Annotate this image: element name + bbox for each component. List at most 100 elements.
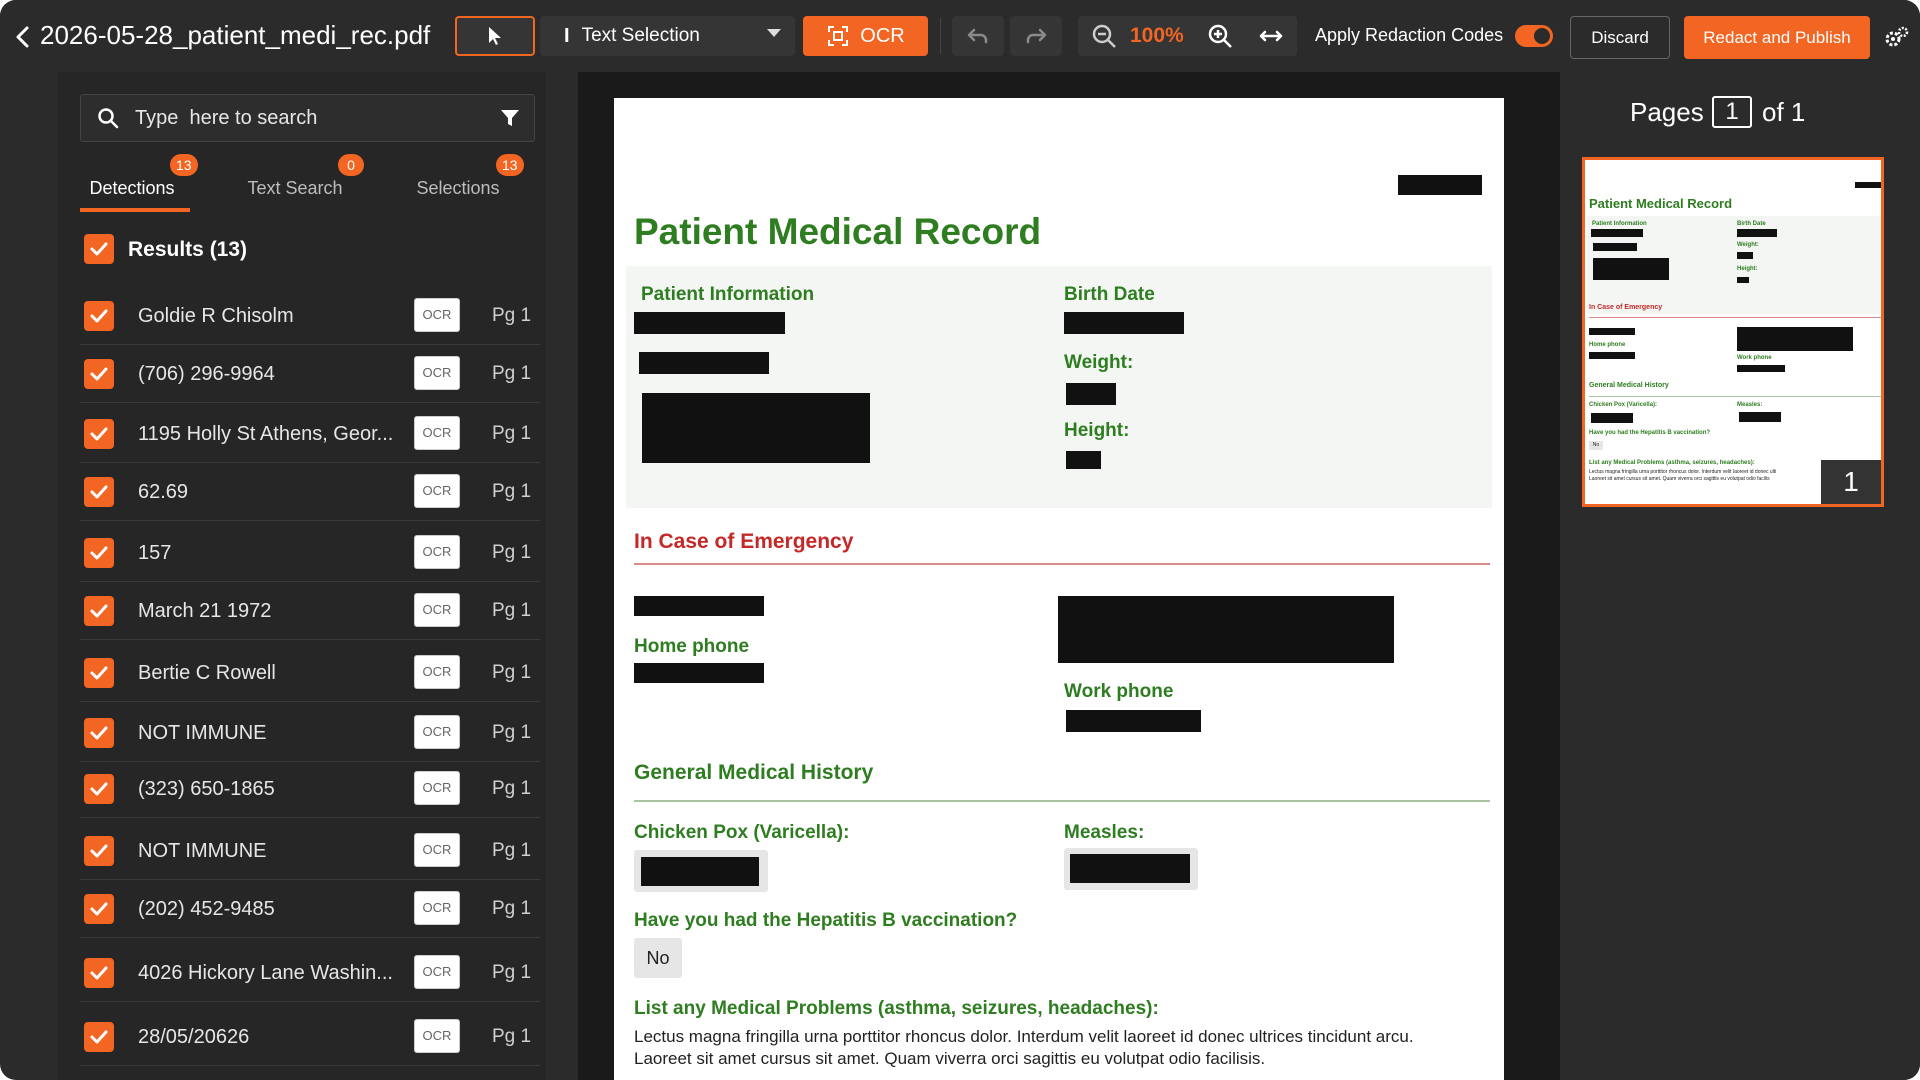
thumb-problems-line-2: Laoreet sit amet cursus sit amet. Quam v… bbox=[1589, 476, 1770, 482]
history-divider bbox=[634, 800, 1490, 802]
result-text: 1195 Holly St Athens, Geor... bbox=[138, 423, 394, 445]
back-arrow-icon[interactable] bbox=[8, 22, 38, 52]
redo-button[interactable] bbox=[1010, 16, 1062, 56]
result-checkbox[interactable] bbox=[84, 419, 114, 449]
pointer-tool-button[interactable] bbox=[455, 16, 535, 56]
redaction-box[interactable] bbox=[634, 663, 764, 683]
checkbox-checked-icon bbox=[90, 546, 108, 560]
thumb-emergency-heading: In Case of Emergency bbox=[1589, 304, 1663, 311]
result-page: Pg 1 bbox=[492, 898, 532, 919]
result-row[interactable]: March 21 1972 OCR Pg 1 bbox=[80, 582, 540, 640]
emergency-heading: In Case of Emergency bbox=[634, 530, 854, 553]
thumb-home-phone-label: Home phone bbox=[1589, 342, 1626, 348]
result-row[interactable]: NOT IMMUNE OCR Pg 1 bbox=[80, 704, 540, 762]
checkbox-checked-icon bbox=[90, 604, 108, 618]
result-checkbox[interactable] bbox=[84, 538, 114, 568]
redaction-box[interactable] bbox=[1066, 451, 1101, 469]
thumb-history-divider bbox=[1589, 396, 1881, 397]
result-row[interactable]: (202) 452-9485 OCR Pg 1 bbox=[80, 880, 540, 938]
result-row[interactable]: 157 OCR Pg 1 bbox=[80, 524, 540, 582]
pages-label: Pages bbox=[1630, 97, 1704, 127]
result-page: Pg 1 bbox=[492, 481, 532, 502]
apply-redaction-codes-label: Apply Redaction Codes bbox=[1315, 25, 1504, 45]
result-text: Bertie C Rowell bbox=[138, 662, 276, 684]
result-text: (706) 296-9964 bbox=[138, 363, 275, 385]
result-row[interactable]: 4026 Hickory Lane Washin... OCR Pg 1 bbox=[80, 944, 540, 1002]
medical-problems-text-line-1: Lectus magna fringilla urna porttitor rh… bbox=[634, 1027, 1414, 1046]
result-page: Pg 1 bbox=[492, 1026, 532, 1047]
result-text: (323) 650-1865 bbox=[138, 778, 275, 800]
discard-button[interactable]: Discard bbox=[1570, 16, 1670, 59]
result-row[interactable]: (706) 296-9964 OCR Pg 1 bbox=[80, 345, 540, 403]
result-checkbox[interactable] bbox=[84, 1022, 114, 1052]
result-checkbox[interactable] bbox=[84, 894, 114, 924]
result-text: 62.69 bbox=[138, 481, 189, 503]
zoom-in-icon[interactable] bbox=[1206, 22, 1234, 50]
result-checkbox[interactable] bbox=[84, 359, 114, 389]
redaction-box[interactable] bbox=[634, 596, 764, 616]
redaction-box[interactable] bbox=[1058, 596, 1394, 663]
result-checkbox[interactable] bbox=[84, 718, 114, 748]
top-toolbar: 2026-05-28_patient_medi_rec.pdf I Text S… bbox=[0, 0, 1920, 72]
zoom-control: 100% bbox=[1078, 16, 1248, 56]
thumb-redaction bbox=[1591, 229, 1643, 237]
redaction-box[interactable] bbox=[1070, 854, 1190, 883]
result-checkbox[interactable] bbox=[84, 477, 114, 507]
redaction-box[interactable] bbox=[634, 312, 785, 334]
thumb-redaction bbox=[1737, 229, 1777, 237]
result-page: Pg 1 bbox=[492, 840, 532, 861]
filter-icon[interactable] bbox=[499, 107, 521, 129]
ocr-tag: OCR bbox=[414, 833, 460, 867]
fit-width-button[interactable] bbox=[1245, 16, 1297, 56]
thumb-redaction bbox=[1855, 182, 1881, 188]
ocr-button[interactable]: OCR bbox=[803, 16, 928, 56]
result-row[interactable]: 28/05/20626 OCR Pg 1 bbox=[80, 1008, 540, 1066]
result-checkbox[interactable] bbox=[84, 658, 114, 688]
page-thumbnail[interactable]: Patient Medical Record Patient Informati… bbox=[1582, 157, 1884, 507]
tab-detections[interactable]: Detections bbox=[82, 178, 182, 212]
result-row[interactable]: 62.69 OCR Pg 1 bbox=[80, 463, 540, 521]
redaction-box[interactable] bbox=[1066, 710, 1201, 732]
pointer-icon bbox=[489, 27, 501, 45]
ocr-tag: OCR bbox=[414, 771, 460, 805]
redaction-box[interactable] bbox=[1398, 175, 1482, 195]
tab-selections[interactable]: Selections bbox=[408, 178, 508, 212]
zoom-out-icon[interactable] bbox=[1090, 22, 1118, 50]
ocr-tag: OCR bbox=[414, 298, 460, 332]
result-checkbox[interactable] bbox=[84, 958, 114, 988]
thumb-work-phone-label: Work phone bbox=[1737, 355, 1772, 361]
result-checkbox[interactable] bbox=[84, 836, 114, 866]
undo-button[interactable] bbox=[952, 16, 1004, 56]
result-page: Pg 1 bbox=[492, 423, 532, 444]
result-row[interactable]: NOT IMMUNE OCR Pg 1 bbox=[80, 822, 540, 880]
search-input[interactable] bbox=[135, 103, 465, 133]
redaction-box[interactable] bbox=[641, 857, 759, 886]
redaction-box[interactable] bbox=[642, 393, 870, 463]
height-label: Height: bbox=[1064, 420, 1130, 441]
settings-icon[interactable] bbox=[1882, 24, 1910, 52]
current-page-input[interactable]: 1 bbox=[1712, 96, 1752, 128]
result-row[interactable]: Goldie R Chisolm OCR Pg 1 bbox=[80, 287, 540, 345]
redact-and-publish-button[interactable]: Redact and Publish bbox=[1684, 16, 1870, 59]
text-selection-dropdown[interactable]: I Text Selection bbox=[540, 16, 795, 56]
tab-text-search[interactable]: Text Search bbox=[240, 178, 350, 212]
apply-redaction-codes-toggle[interactable] bbox=[1515, 25, 1553, 47]
file-name: 2026-05-28_patient_medi_rec.pdf bbox=[40, 20, 431, 50]
select-all-checkbox[interactable] bbox=[84, 234, 114, 264]
checkbox-checked-icon bbox=[90, 844, 108, 858]
result-checkbox[interactable] bbox=[84, 774, 114, 804]
checkbox-checked-icon bbox=[90, 782, 108, 796]
medical-problems-label: List any Medical Problems (asthma, seizu… bbox=[634, 998, 1159, 1019]
result-row[interactable]: Bertie C Rowell OCR Pg 1 bbox=[80, 644, 540, 702]
result-checkbox[interactable] bbox=[84, 596, 114, 626]
thumb-redaction bbox=[1739, 412, 1781, 422]
zoom-level[interactable]: 100% bbox=[1130, 24, 1184, 48]
emergency-divider bbox=[634, 563, 1490, 565]
redaction-box[interactable] bbox=[639, 352, 769, 374]
text-selection-label: Text Selection bbox=[581, 25, 700, 46]
redaction-box[interactable] bbox=[1066, 383, 1116, 405]
result-checkbox[interactable] bbox=[84, 301, 114, 331]
redaction-box[interactable] bbox=[1064, 312, 1184, 334]
result-row[interactable]: (323) 650-1865 OCR Pg 1 bbox=[80, 760, 540, 818]
result-row[interactable]: 1195 Holly St Athens, Geor... OCR Pg 1 bbox=[80, 405, 540, 463]
